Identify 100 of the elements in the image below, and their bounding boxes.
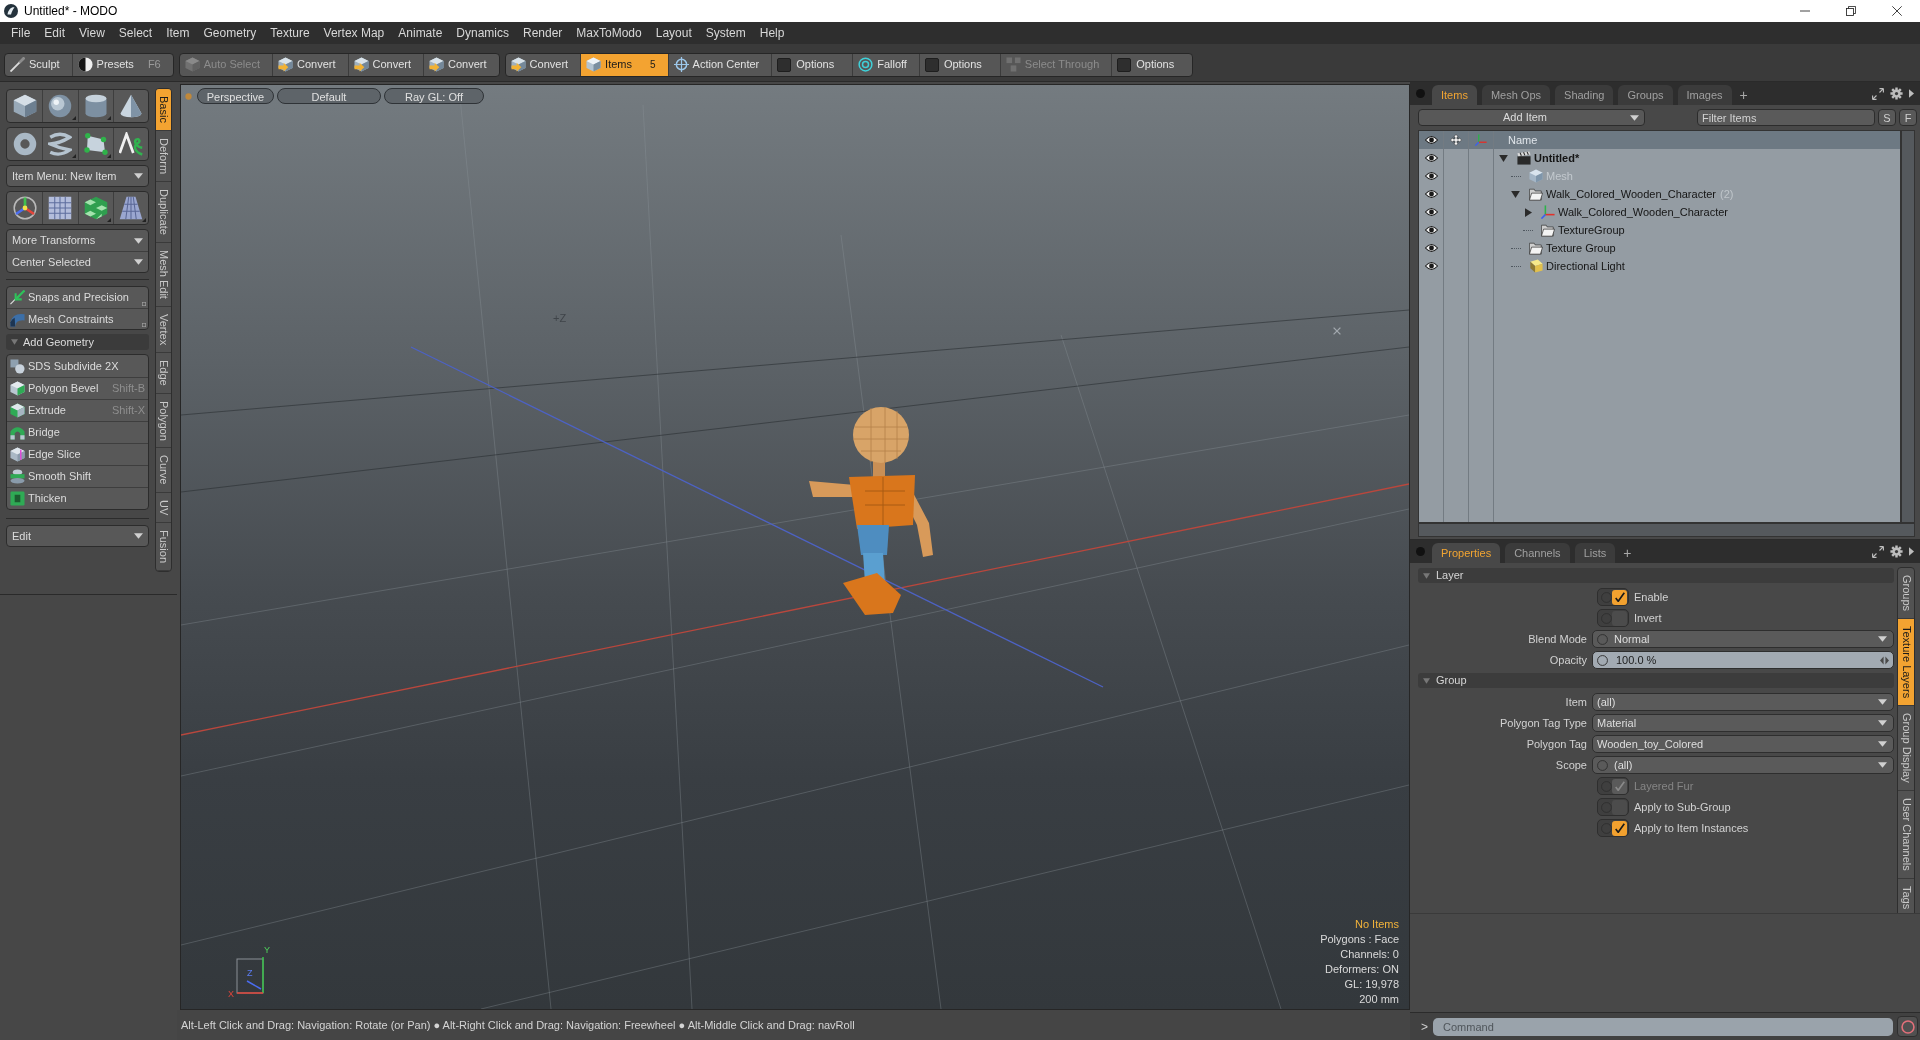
maximize-icon[interactable]	[1872, 545, 1884, 558]
keyframe-dot-icon[interactable]	[1601, 612, 1612, 624]
eye-icon[interactable]	[1424, 171, 1438, 181]
toolbar-button[interactable]: Presets F6	[71, 53, 173, 76]
tool-list-button[interactable]: Snaps and Precision	[7, 287, 148, 308]
panel-tab[interactable]: Images	[1677, 85, 1732, 105]
keyframe-dot-icon[interactable]	[1601, 822, 1612, 834]
dropdown[interactable]: (all)	[1592, 756, 1894, 774]
side-tab[interactable]: Vertex	[156, 306, 171, 353]
menu-item[interactable]: Texture	[263, 24, 317, 42]
toolbar-button[interactable]: Falloff	[852, 53, 919, 76]
toolbar-button[interactable]: Items 5	[580, 53, 668, 76]
panel-tab[interactable]: Mesh Ops	[1481, 85, 1551, 105]
keyframe-dot-icon[interactable]	[1601, 591, 1612, 603]
number-field[interactable]: 100.0 %	[1592, 651, 1894, 669]
disclosure-triangle-icon[interactable]	[1525, 207, 1532, 217]
side-tab[interactable]: Deform	[156, 130, 171, 182]
column-header[interactable]: Name	[1494, 131, 1538, 149]
drag-arrows-icon[interactable]	[1880, 655, 1889, 665]
tree-item[interactable]: Walk_Colored_Wooden_Character	[1546, 185, 1716, 203]
tool-list-button[interactable]: Thicken	[7, 487, 148, 509]
menu-item[interactable]: Dynamics	[449, 24, 516, 42]
toolbar-button[interactable]: Sculpt	[5, 53, 72, 76]
disclosure-triangle-icon[interactable]	[1511, 190, 1520, 198]
menu-item[interactable]: Animate	[391, 24, 450, 42]
filter-toggle-button[interactable]: S	[1878, 109, 1896, 126]
keyframe-dot-icon[interactable]	[1597, 633, 1608, 645]
filter-toggle-button[interactable]: F	[1899, 109, 1917, 126]
side-tab[interactable]: Fusion	[156, 523, 171, 572]
eye-icon[interactable]	[1424, 153, 1438, 163]
section-header[interactable]: Layer	[1418, 568, 1894, 583]
caret-icon[interactable]	[1909, 547, 1914, 556]
checkbox[interactable]	[1612, 610, 1627, 626]
settings-icon[interactable]	[1890, 545, 1903, 558]
side-tab[interactable]: Basic	[156, 89, 171, 131]
menu-item[interactable]: File	[4, 24, 38, 42]
dropdown[interactable]: Normal	[1592, 630, 1894, 648]
tree-item[interactable]: Untitled*	[1534, 149, 1580, 167]
settings-icon[interactable]	[1890, 87, 1903, 100]
menu-item[interactable]: Geometry	[196, 24, 264, 42]
section-header[interactable]: Add Geometry	[6, 334, 149, 350]
toolbar-button[interactable]: Convert	[505, 53, 581, 76]
menu-item[interactable]: Item	[159, 24, 197, 42]
filter-field[interactable]: Filter Items	[1697, 109, 1875, 126]
eye-icon[interactable]	[1424, 225, 1438, 235]
tool-list-button[interactable]: Smooth Shift	[7, 465, 148, 487]
dropdown[interactable]: (all)	[1592, 693, 1894, 711]
add-tab-button[interactable]: +	[1736, 85, 1751, 105]
transform-dropdown[interactable]: More Transforms	[7, 230, 148, 251]
side-tab[interactable]: Duplicate	[156, 181, 171, 243]
eye-icon[interactable]	[1424, 261, 1438, 271]
tool-button[interactable]	[77, 192, 113, 224]
add-tab-button[interactable]: +	[1620, 543, 1635, 563]
side-tab[interactable]: UV	[156, 492, 171, 524]
side-tab[interactable]: Polygon	[156, 393, 171, 449]
tool-button[interactable]	[112, 192, 148, 224]
menu-item[interactable]: System	[698, 24, 753, 42]
dropdown[interactable]: Wooden_toy_Colored	[1592, 735, 1894, 753]
checkbox[interactable]	[1612, 589, 1627, 605]
toolbar-button[interactable]: Convert	[272, 53, 348, 76]
keyframe-dot-icon[interactable]	[1597, 759, 1608, 771]
options-button[interactable]: Options	[1111, 53, 1193, 76]
panel-tab[interactable]: Channels	[1505, 543, 1570, 563]
tool-list-button[interactable]: Bridge	[7, 421, 148, 443]
item-menu-dropdown[interactable]: Item Menu: New Item	[6, 165, 149, 187]
edit-dropdown[interactable]: Edit	[6, 525, 149, 547]
tree-item[interactable]: Directional Light	[1546, 257, 1625, 275]
maximize-icon[interactable]	[1872, 87, 1884, 100]
tool-button[interactable]	[42, 90, 78, 122]
keyframe-dot-icon[interactable]	[1597, 654, 1608, 666]
disclosure-triangle-icon[interactable]	[1499, 154, 1508, 162]
add-item-dropdown[interactable]: Add Item	[1418, 109, 1645, 126]
viewport-option-button[interactable]: Ray GL: Off	[384, 88, 484, 104]
tool-button[interactable]	[77, 90, 113, 122]
eye-icon[interactable]	[1424, 189, 1438, 199]
tool-list-button[interactable]: Edge Slice	[7, 443, 148, 465]
menu-item[interactable]: Layout	[648, 24, 699, 42]
panel-tab[interactable]: Shading	[1555, 85, 1614, 105]
menu-item[interactable]: Edit	[37, 24, 73, 42]
panel-tab[interactable]: Lists	[1574, 543, 1616, 563]
viewport-option-button[interactable]: Default	[277, 88, 381, 104]
panel-tab[interactable]: Items	[1432, 85, 1477, 105]
menu-item[interactable]: Select	[111, 24, 160, 42]
panel-tab[interactable]: Properties	[1432, 543, 1501, 563]
side-tab[interactable]: Texture Layers	[1898, 619, 1914, 707]
menu-item[interactable]: Help	[752, 24, 792, 42]
menu-item[interactable]: View	[72, 24, 112, 42]
tool-list-button[interactable]: SDS Subdivide 2X	[7, 355, 148, 377]
transform-dropdown[interactable]: Center Selected	[7, 251, 148, 272]
keyframe-dot-icon[interactable]	[1601, 801, 1612, 813]
vertical-scrollbar[interactable]	[1901, 130, 1915, 523]
options-button[interactable]: Options	[918, 53, 1000, 76]
side-tab[interactable]: Edge	[156, 352, 171, 394]
toolbar-button[interactable]: Convert	[347, 53, 424, 76]
side-tab[interactable]: Group Display	[1898, 706, 1914, 791]
horizontal-scrollbar[interactable]	[1418, 523, 1915, 537]
command-field[interactable]: Command	[1433, 1017, 1893, 1036]
tree-item[interactable]: Walk_Colored_Wooden_Character	[1558, 203, 1728, 221]
section-header[interactable]: Group	[1418, 673, 1894, 688]
caret-icon[interactable]	[1909, 89, 1914, 98]
